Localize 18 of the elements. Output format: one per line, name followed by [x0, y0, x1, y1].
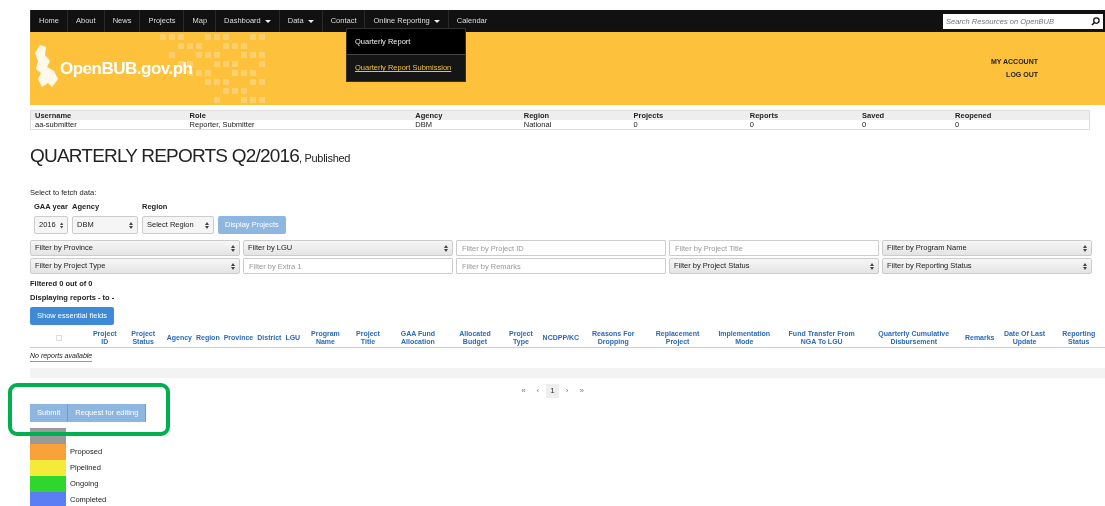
- select-arrows-icon: [205, 221, 209, 229]
- select-arrows-icon: [231, 244, 235, 252]
- page-link[interactable]: ›: [561, 384, 573, 399]
- page-link[interactable]: »: [575, 384, 588, 399]
- select-arrows-icon: [444, 244, 448, 252]
- select-all-checkbox[interactable]: [56, 334, 62, 341]
- page-link[interactable]: «: [517, 384, 530, 399]
- select-arrows-icon: [129, 221, 133, 229]
- select-arrows-icon: [231, 262, 235, 270]
- page-link[interactable]: ‹: [532, 384, 544, 399]
- status-label: , Published: [299, 152, 351, 164]
- select-arrows-icon: [1083, 262, 1087, 270]
- page-link[interactable]: 1: [546, 384, 559, 399]
- page-title: QUARTERLY REPORTS Q2/2016: [30, 144, 299, 168]
- select-arrows-icon: [1083, 244, 1087, 252]
- select-arrows-icon: [59, 221, 63, 229]
- select-arrows-icon: [870, 262, 874, 270]
- search-icon[interactable]: [1091, 16, 1100, 26]
